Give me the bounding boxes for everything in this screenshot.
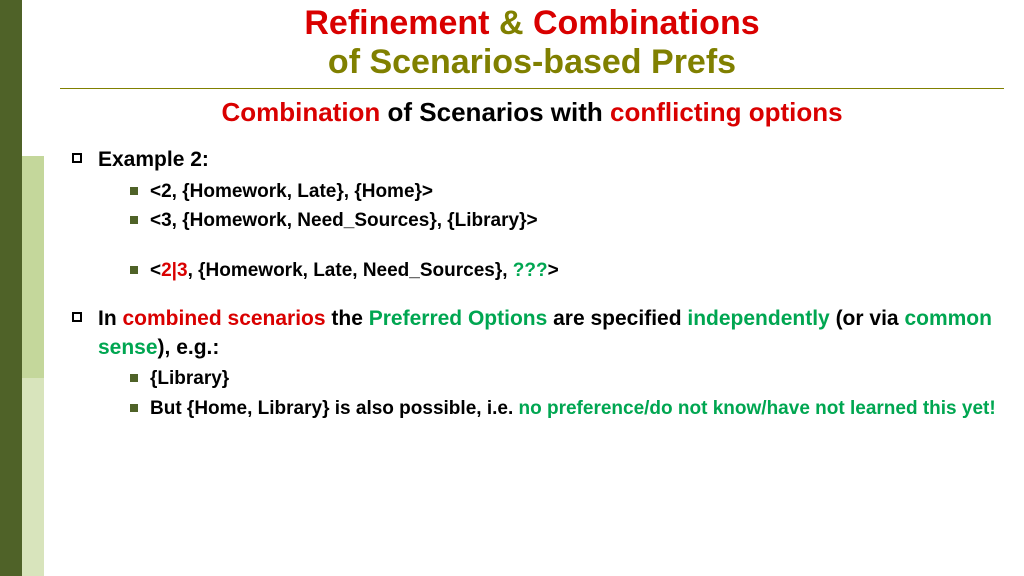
tuple-1: <2, {Homework, Late}, {Home}> bbox=[130, 179, 1004, 205]
example-label: Example 2: bbox=[98, 148, 209, 171]
in-p2: combined scenarios bbox=[123, 307, 326, 330]
combined-tuple: <2|3, {Homework, Late, Need_Sources}, ??… bbox=[130, 258, 1004, 284]
stripe-dark bbox=[0, 0, 22, 576]
title-divider bbox=[60, 88, 1004, 89]
in-p1: In bbox=[98, 307, 123, 330]
example-2-item: Example 2: <2, {Homework, Late}, {Home}>… bbox=[72, 146, 1004, 283]
slide-title: Refinement & Combinations of Scenarios-b… bbox=[60, 0, 1004, 82]
subhead-combination: Combination bbox=[221, 97, 380, 127]
tuple-2: <3, {Homework, Need_Sources}, {Library}> bbox=[130, 208, 1004, 234]
note-2a: But {Home, Library} is also possible, i.… bbox=[150, 398, 519, 419]
side-stripes bbox=[0, 0, 48, 576]
note-library: {Library} bbox=[130, 366, 1004, 392]
in-p4: Preferred Options bbox=[369, 307, 548, 330]
note-2b: no preference/do not know/have not learn… bbox=[519, 398, 996, 419]
combined-open: < bbox=[150, 260, 161, 281]
slide-content: Refinement & Combinations of Scenarios-b… bbox=[60, 0, 1004, 576]
body: Example 2: <2, {Homework, Late}, {Home}>… bbox=[72, 146, 1004, 421]
in-p7: (or via bbox=[830, 307, 905, 330]
subhead-conflicting: conflicting options bbox=[610, 97, 843, 127]
stripe-mid bbox=[22, 156, 44, 378]
title-word-combinations: Combinations bbox=[533, 4, 760, 42]
stripe-light bbox=[22, 378, 44, 576]
in-p3: the bbox=[326, 307, 369, 330]
combined-close: > bbox=[548, 260, 559, 281]
combined-mid: , {Homework, Late, Need_Sources}, bbox=[188, 260, 513, 281]
in-combined-item: In combined scenarios the Preferred Opti… bbox=[72, 305, 1004, 421]
in-p6: independently bbox=[687, 307, 829, 330]
combined-question: ??? bbox=[513, 260, 548, 281]
subhead-mid: of Scenarios with bbox=[380, 97, 610, 127]
combined-ids: 2|3 bbox=[161, 260, 187, 281]
title-word-refinement: Refinement bbox=[304, 4, 489, 42]
title-line-2: of Scenarios-based Prefs bbox=[60, 43, 1004, 82]
in-p9: ), e.g.: bbox=[158, 336, 220, 359]
title-ampersand: & bbox=[499, 4, 524, 42]
subheading: Combination of Scenarios with conflictin… bbox=[60, 97, 1004, 128]
note-home-library: But {Home, Library} is also possible, i.… bbox=[130, 396, 1004, 422]
title-line-1: Refinement & Combinations bbox=[60, 4, 1004, 43]
in-p5: are specified bbox=[547, 307, 687, 330]
